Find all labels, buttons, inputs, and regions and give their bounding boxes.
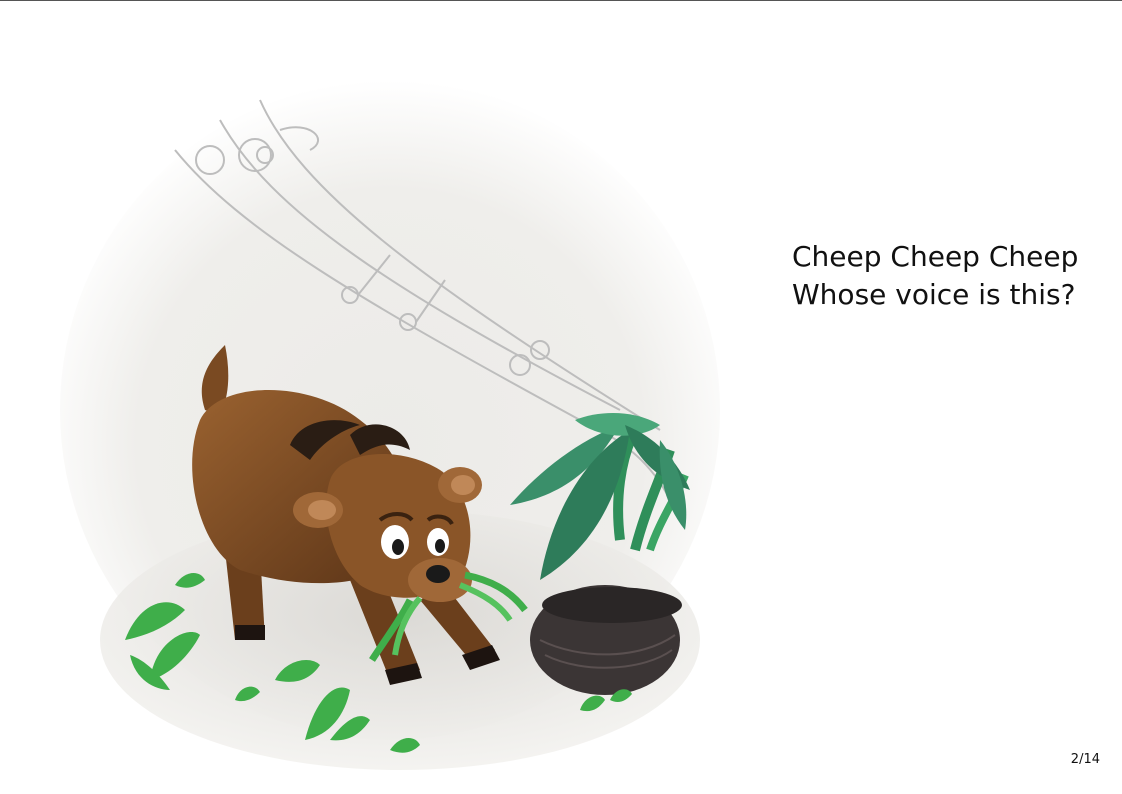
top-divider: [0, 0, 1122, 1]
goat-illustration: [60, 80, 720, 770]
page-number: 2/14: [1070, 752, 1100, 767]
story-line-1: Cheep Cheep Cheep: [792, 240, 1079, 273]
story-text: Cheep Cheep Cheep Whose voice is this?: [792, 238, 1112, 314]
story-line-2: Whose voice is this?: [792, 278, 1076, 311]
